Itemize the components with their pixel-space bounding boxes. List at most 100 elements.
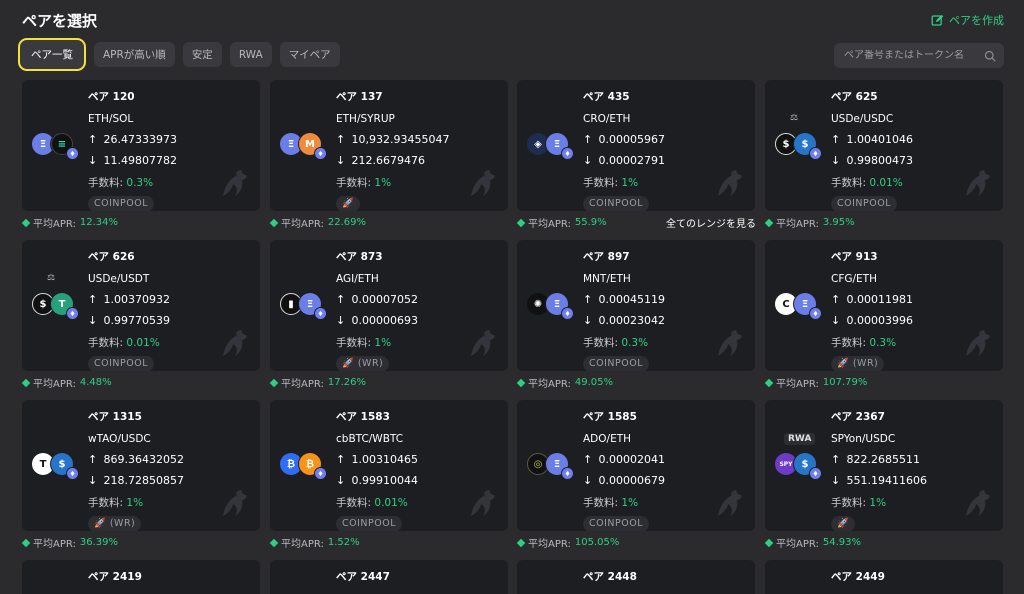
search-icon[interactable] bbox=[984, 50, 996, 62]
pair-number: ペア 2367 bbox=[831, 411, 885, 423]
unicorn-watermark-icon bbox=[713, 487, 747, 521]
lower-price: ↓ 0.99800473 bbox=[831, 154, 913, 167]
token-logos: RWA SPY $ bbox=[773, 400, 829, 531]
fee-value: 0.01% bbox=[869, 177, 903, 189]
pair-card[interactable]: ペア 2449 bbox=[765, 560, 1003, 594]
arrow-down-icon: ↓ bbox=[88, 474, 98, 487]
unicorn-watermark-icon bbox=[466, 327, 500, 361]
diamond-icon bbox=[764, 378, 774, 387]
pool-tag: COINPOOL bbox=[583, 196, 649, 211]
arrow-down-icon: ↓ bbox=[336, 474, 346, 487]
pair-info: ペア 2367 SPYon/USDC ↑ 822.2685511 ↓ 551.1… bbox=[831, 409, 927, 531]
unicorn-watermark-icon bbox=[218, 327, 252, 361]
upper-price-value: 0.00002041 bbox=[598, 453, 665, 466]
upper-price: ↑ 1.00310465 bbox=[336, 453, 418, 466]
arrow-down-icon: ↓ bbox=[88, 154, 98, 167]
tab-all-pairs[interactable]: ペア一覧 bbox=[18, 38, 86, 71]
lower-price-value: 212.6679476 bbox=[351, 154, 425, 167]
pair-card[interactable]: ペア 2419 bbox=[22, 560, 260, 594]
pair-card[interactable]: ⚖ $ T ペア 626 USDe/USDT ↑ 1.00370932 ↓ 0.… bbox=[22, 240, 260, 371]
pair-name: ETH/SOL bbox=[88, 113, 134, 125]
lower-price-value: 11.49807782 bbox=[103, 154, 177, 167]
pair-number: ペア 625 bbox=[831, 91, 878, 103]
arrow-down-icon: ↓ bbox=[336, 314, 346, 327]
pair-card[interactable]: ⚖ $ $ ペア 625 USDe/USDC ↑ 1.00401046 ↓ 0.… bbox=[765, 80, 1003, 211]
ethereum-chain-icon bbox=[562, 468, 573, 479]
apr-value: 22.69% bbox=[327, 217, 367, 228]
fee-row: 手数料: 1% bbox=[583, 175, 665, 190]
ethereum-chain-icon bbox=[67, 148, 78, 159]
pair-name: CRO/ETH bbox=[583, 113, 631, 125]
average-apr: 平均APR: 54.93% bbox=[764, 535, 861, 550]
ethereum-chain-icon bbox=[315, 308, 326, 319]
arrow-down-icon: ↓ bbox=[583, 154, 593, 167]
upper-price: ↑ 26.47333973 bbox=[88, 133, 177, 146]
pair-card[interactable]: ◈ Ξ ペア 435 CRO/ETH ↑ 0.00005967 ↓ 0.0000… bbox=[517, 80, 755, 211]
pair-card[interactable]: ▮ Ξ ペア 873 AGI/ETH ↑ 0.00007052 ↓ 0.0000… bbox=[270, 240, 508, 371]
upper-price: ↑ 869.36432052 bbox=[88, 453, 184, 466]
average-apr: 平均APR: 55.9% bbox=[516, 215, 607, 230]
lower-price: ↓ 0.99910044 bbox=[336, 474, 418, 487]
pair-number: ペア 1583 bbox=[336, 411, 390, 423]
apr-label: 平均APR: bbox=[33, 219, 76, 230]
arrow-up-icon: ↑ bbox=[831, 133, 841, 146]
pair-info: ペア 1315 wTAO/USDC ↑ 869.36432052 ↓ 218.7… bbox=[88, 409, 184, 531]
arrow-up-icon: ↑ bbox=[336, 453, 346, 466]
lower-price-value: 0.99910044 bbox=[351, 474, 418, 487]
fee-value: 1% bbox=[621, 497, 639, 509]
unicorn-watermark-icon bbox=[466, 487, 500, 521]
pair-card[interactable]: C Ξ ペア 913 CFG/ETH ↑ 0.00011981 ↓ 0.0000… bbox=[765, 240, 1003, 371]
apr-label: 平均APR: bbox=[776, 219, 819, 230]
pair-card[interactable]: ◎ Ξ ペア 1585 ADO/ETH ↑ 0.00002041 ↓ 0.000… bbox=[517, 400, 755, 531]
pair-card[interactable]: ✺ Ξ ペア 897 MNT/ETH ↑ 0.00045119 ↓ 0.0002… bbox=[517, 240, 755, 371]
apr-value: 107.79% bbox=[822, 377, 868, 388]
unicorn-watermark-icon bbox=[713, 327, 747, 361]
ethereum-chain-icon bbox=[67, 308, 78, 319]
apr-value: 1.52% bbox=[327, 537, 360, 548]
pair-number: ペア 873 bbox=[336, 251, 383, 263]
pair-card[interactable]: Ξ ≡ ペア 120 ETH/SOL ↑ 26.47333973 ↓ 11.49… bbox=[22, 80, 260, 211]
pair-card[interactable]: RWA SPY $ ペア 2367 SPYon/USDC ↑ 822.26855… bbox=[765, 400, 1003, 531]
pool-tag: COINPOOL bbox=[336, 516, 402, 531]
pair-name: SPYon/USDC bbox=[831, 433, 896, 445]
fee-label: 手数料: bbox=[336, 177, 375, 189]
pair-number: ペア 120 bbox=[88, 91, 135, 103]
tab-stable[interactable]: 安定 bbox=[182, 42, 222, 67]
pair-card[interactable]: ペア 2448 bbox=[517, 560, 755, 594]
upper-price-value: 10,932.93455047 bbox=[351, 133, 450, 146]
apr-label: 平均APR: bbox=[281, 539, 324, 550]
ethereum-chain-icon bbox=[562, 308, 573, 319]
tab-rwa[interactable]: RWA bbox=[229, 42, 272, 67]
upper-price-value: 0.00005967 bbox=[598, 133, 665, 146]
create-pair-button[interactable]: ペアを作成 bbox=[931, 12, 1004, 28]
pool-tag: COINPOOL bbox=[88, 196, 154, 211]
pair-card[interactable]: T $ ペア 1315 wTAO/USDC ↑ 869.36432052 ↓ 2… bbox=[22, 400, 260, 531]
average-apr: 平均APR: 22.69% bbox=[269, 215, 367, 230]
pair-card[interactable]: ₿ ₿ ペア 1583 cbBTC/WBTC ↑ 1.00310465 ↓ 0.… bbox=[270, 400, 508, 531]
pool-tag: 🚀 (WR) bbox=[88, 516, 142, 531]
pair-card[interactable]: ペア 2447 bbox=[270, 560, 508, 594]
search-input[interactable] bbox=[844, 50, 979, 61]
view-all-ranges-link[interactable]: 全てのレンジを見る bbox=[666, 215, 756, 230]
token-logos: ⚖ $ $ bbox=[773, 80, 829, 211]
fee-label: 手数料: bbox=[336, 337, 375, 349]
upper-price: ↑ 10,932.93455047 bbox=[336, 133, 449, 146]
unicorn-watermark-icon bbox=[961, 327, 995, 361]
diamond-icon bbox=[764, 218, 774, 227]
fee-value: 0.01% bbox=[374, 497, 408, 509]
pair-info: ペア 137 ETH/SYRUP ↑ 10,932.93455047 ↓ 212… bbox=[336, 89, 449, 211]
fee-row: 手数料: 0.3% bbox=[831, 335, 913, 350]
upper-price: ↑ 0.00005967 bbox=[583, 133, 665, 146]
pair-card[interactable]: Ξ M ペア 137 ETH/SYRUP ↑ 10,932.93455047 ↓… bbox=[270, 80, 508, 211]
diamond-icon bbox=[764, 538, 774, 547]
ethereum-chain-icon bbox=[810, 148, 821, 159]
tab-high-apr[interactable]: APRが高い順 bbox=[94, 42, 175, 67]
ethereum-chain-icon bbox=[810, 308, 821, 319]
fee-row: 手数料: 1% bbox=[583, 495, 665, 510]
token-logos: ◈ Ξ bbox=[525, 80, 581, 211]
balance-icon: ⚖ bbox=[47, 273, 56, 283]
fee-label: 手数料: bbox=[831, 337, 870, 349]
pair-number: ペア 2447 bbox=[336, 571, 390, 583]
tab-my-pairs[interactable]: マイペア bbox=[279, 42, 340, 67]
diamond-icon bbox=[269, 218, 279, 227]
